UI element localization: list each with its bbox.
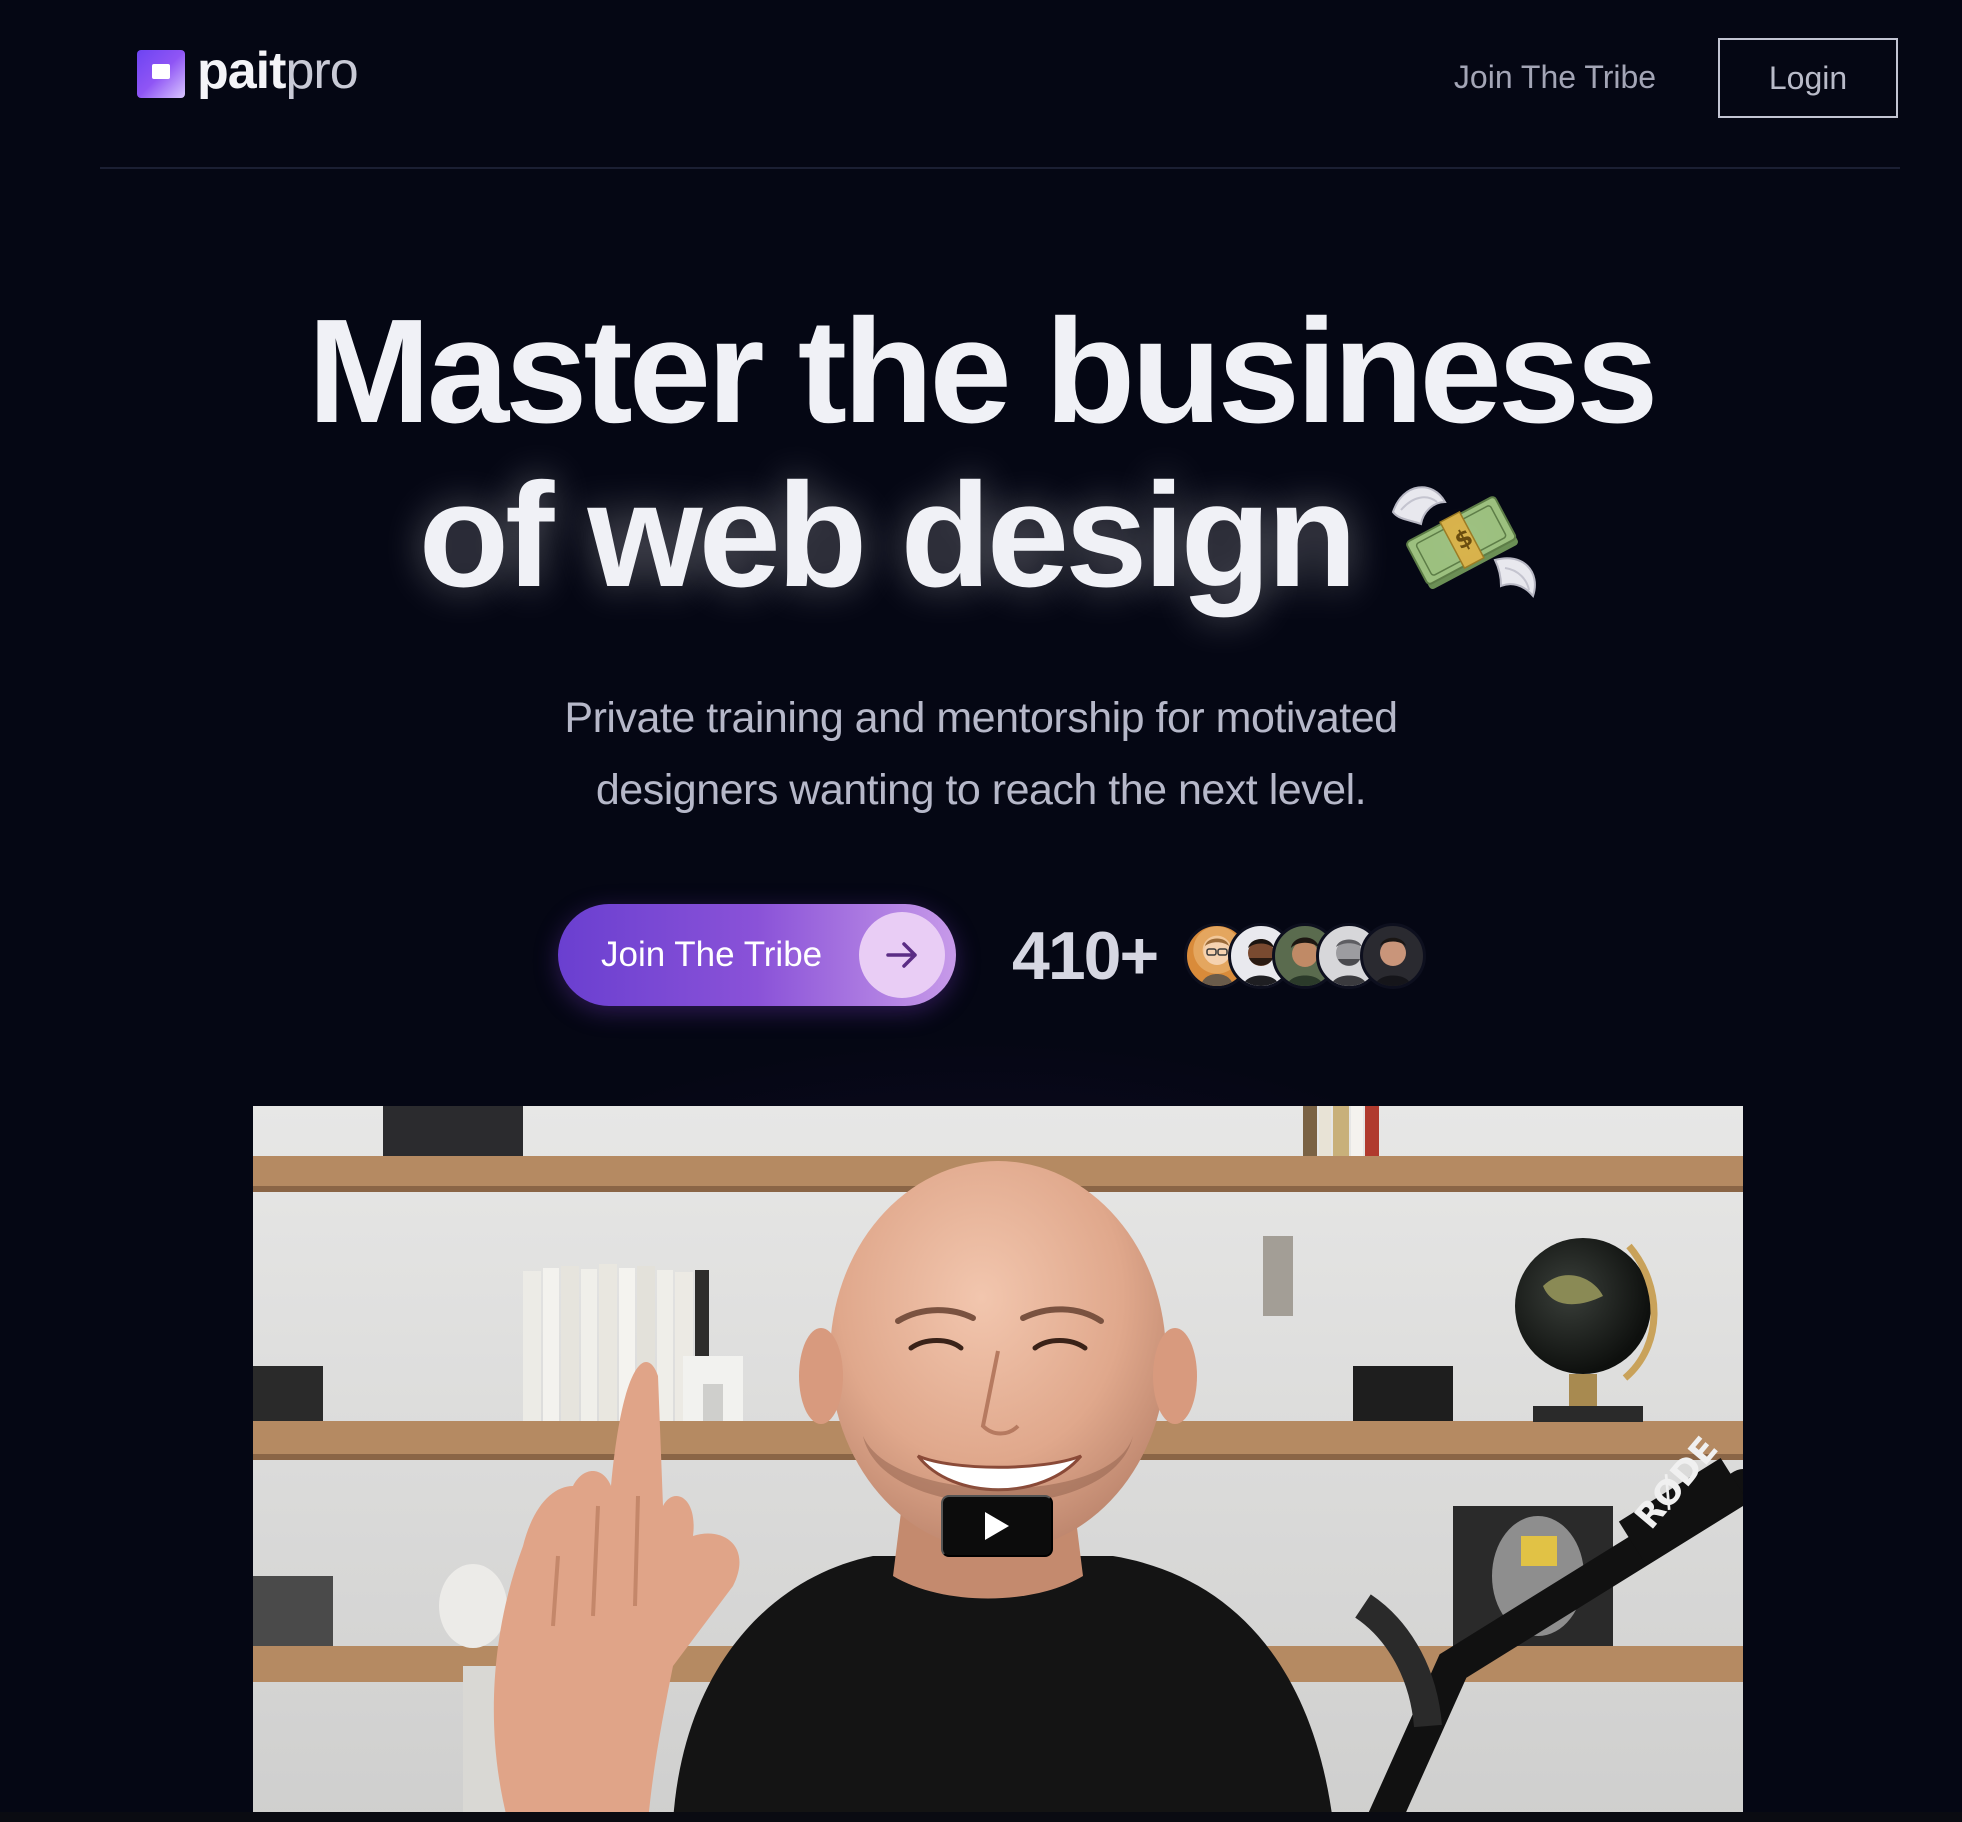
intro-video[interactable]: RØDE <box>253 1106 1743 1822</box>
hero-subtitle: Private training and mentorship for moti… <box>481 682 1481 826</box>
logo-text-light: pro <box>285 42 358 100</box>
headline-line-1: Master the business <box>307 289 1659 454</box>
video-thumbnail: RØDE <box>253 1106 1743 1822</box>
bottom-edge <box>0 1812 1962 1822</box>
headline-line-2-wrap: of web design $ <box>419 454 1544 618</box>
nav-join-tribe-link[interactable]: Join The Tribe <box>1440 52 1670 102</box>
play-icon <box>982 1510 1012 1542</box>
cta-label: Join The Tribe <box>601 935 823 974</box>
money-with-wings-icon: $ <box>1383 472 1543 612</box>
play-button[interactable] <box>941 1495 1053 1557</box>
member-count: 410+ <box>1012 918 1159 994</box>
logo-text: paitpro <box>197 42 359 100</box>
avatar <box>1360 923 1426 989</box>
arrow-right-icon <box>859 912 945 998</box>
login-button[interactable]: Login <box>1718 38 1898 118</box>
logo-mark-icon <box>137 50 185 98</box>
page: paitpro Join The Tribe Login Master the … <box>0 0 1962 1822</box>
logo[interactable]: paitpro <box>137 45 359 98</box>
subtitle-line-1: Private training and mentorship for moti… <box>564 694 1398 742</box>
header-divider <box>100 167 1900 169</box>
headline-line-2: of web design <box>418 453 1358 618</box>
site-header: paitpro Join The Tribe Login <box>0 0 1962 170</box>
subtitle-line-2: designers wanting to reach the next leve… <box>595 766 1367 814</box>
hero-headline: Master the business of web design $ <box>0 290 1962 618</box>
logo-text-bold: pait <box>197 42 286 100</box>
join-tribe-cta-button[interactable]: Join The Tribe <box>558 904 956 1006</box>
